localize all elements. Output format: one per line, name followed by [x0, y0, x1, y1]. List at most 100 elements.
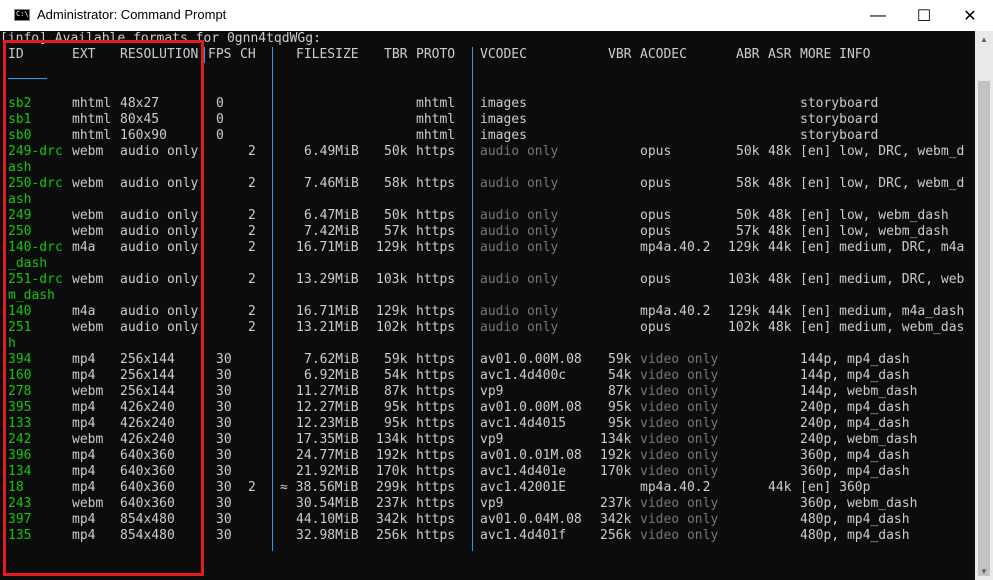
cell-proto: https [416, 224, 456, 239]
cell-acodec: video only [640, 416, 719, 431]
cell-size: 16.71MiB [296, 304, 359, 319]
cell-size: 7.46MiB [304, 176, 359, 191]
window-title: Administrator: Command Prompt [37, 7, 227, 22]
cell-proto: https [416, 368, 456, 383]
cell-tbr: 103k [376, 272, 408, 287]
cell-more: 360p, mp4_dash [800, 448, 910, 463]
cell-proto: https [416, 512, 456, 527]
cell-more: 360p, mp4_dash [800, 464, 910, 479]
cell-vbr: 54k [608, 368, 632, 383]
cell-proto: https [416, 304, 456, 319]
cell-size: 30.54MiB [296, 496, 359, 511]
cell-proto: https [416, 448, 456, 463]
cell-vcodec: images [480, 112, 527, 127]
cell-more: 240p, webm_dash [800, 432, 918, 447]
cell-proto: mhtml [416, 128, 456, 143]
cell-acodec: video only [640, 352, 719, 367]
cell-fps: 30 [216, 496, 232, 511]
cell-tbr: 95k [384, 400, 408, 415]
cell-size: 11.27MiB [296, 384, 359, 399]
cell-acodec: mp4a.40.2 [640, 480, 711, 495]
cell-vcodec: av01.0.00M.08 [480, 352, 582, 367]
cell-fps: 30 [216, 368, 232, 383]
cell-vbr: 95k [608, 400, 632, 415]
cell-proto: mhtml [416, 96, 456, 111]
cell-proto: https [416, 432, 456, 447]
cell-acodec: video only [640, 432, 719, 447]
cell-proto: https [416, 352, 456, 367]
cell-vcodec: vp9 [480, 384, 504, 399]
cell-proto: https [416, 144, 456, 159]
cell-acodec: opus [640, 208, 672, 223]
cell-ch: 2 [248, 272, 256, 287]
cell-more: storyboard [800, 96, 879, 111]
cell-acodec: video only [640, 464, 719, 479]
cell-vbr: 342k [600, 512, 632, 527]
cell-fps: 30 [216, 352, 232, 367]
cell-acodec: opus [640, 224, 672, 239]
cell-tbr: 87k [384, 384, 408, 399]
cell-fps: 30 [216, 480, 232, 495]
cell-acodec: video only [640, 496, 719, 511]
cell-size: 21.92MiB [296, 464, 359, 479]
cell-fps: 30 [216, 416, 232, 431]
cell-vcodec: images [480, 96, 527, 111]
header-acodec: ACODEC [640, 47, 687, 62]
cell-asr: 44k [768, 480, 792, 495]
cell-vcodec: audio only [480, 240, 559, 255]
command-prompt-icon: C:\ [14, 9, 30, 21]
cell-acodec: video only [640, 448, 719, 463]
cell-abr: 103k [728, 272, 760, 287]
cell-size: ≈ 38.56MiB [280, 480, 359, 495]
cell-vcodec: vp9 [480, 432, 504, 447]
cell-fps: 30 [216, 512, 232, 527]
cell-vbr: 170k [600, 464, 632, 479]
close-button[interactable]: ✕ [947, 0, 993, 31]
header-asr: ASR [768, 47, 792, 62]
cell-more: 144p, mp4_dash [800, 368, 910, 383]
cell-more: 240p, mp4_dash [800, 400, 910, 415]
cell-proto: https [416, 176, 456, 191]
cell-asr: 48k [768, 208, 792, 223]
cell-fps: 0 [216, 128, 224, 143]
header-more-info: MORE INFO [800, 47, 871, 62]
minimize-button[interactable]: — [855, 0, 901, 31]
cell-ch: 2 [248, 304, 256, 319]
cell-fps: 0 [216, 112, 224, 127]
cell-more: [en] low, DRC, webm_d [800, 176, 965, 191]
cell-tbr: 237k [376, 496, 408, 511]
cell-size: 13.29MiB [296, 272, 359, 287]
cell-acodec: video only [640, 512, 719, 527]
cell-tbr: 95k [384, 416, 408, 431]
maximize-button[interactable]: ☐ [901, 0, 947, 31]
cell-tbr: 57k [384, 224, 408, 239]
cell-vcodec: audio only [480, 176, 559, 191]
title-bar: C:\ Administrator: Command Prompt — ☐ ✕ [0, 0, 993, 31]
cell-vbr: 59k [608, 352, 632, 367]
cell-tbr: 342k [376, 512, 408, 527]
cell-acodec: video only [640, 400, 719, 415]
cell-acodec: mp4a.40.2 [640, 304, 711, 319]
cell-tbr: 299k [376, 480, 408, 495]
cell-abr: 129k [728, 304, 760, 319]
cell-vbr: 237k [600, 496, 632, 511]
cell-tbr: 192k [376, 448, 408, 463]
cell-vcodec: images [480, 128, 527, 143]
cell-more: storyboard [800, 112, 879, 127]
cell-tbr: 50k [384, 208, 408, 223]
highlight-annotation-box [3, 40, 204, 576]
cell-acodec: opus [640, 144, 672, 159]
cell-fps: 30 [216, 528, 232, 543]
header-ch: CH [240, 47, 256, 62]
cell-vbr: 87k [608, 384, 632, 399]
cell-tbr: 134k [376, 432, 408, 447]
cell-vcodec: audio only [480, 144, 559, 159]
vertical-scrollbar[interactable]: ▲ ▼ [975, 31, 993, 580]
scrollbar-thumb[interactable] [978, 81, 990, 576]
cell-abr: 129k [728, 240, 760, 255]
cell-vbr: 134k [600, 432, 632, 447]
cell-vcodec: vp9 [480, 496, 504, 511]
scroll-down-icon[interactable]: ▼ [979, 567, 989, 577]
cell-vcodec: avc1.42001E [480, 480, 567, 495]
scroll-up-icon[interactable]: ▲ [979, 35, 989, 45]
